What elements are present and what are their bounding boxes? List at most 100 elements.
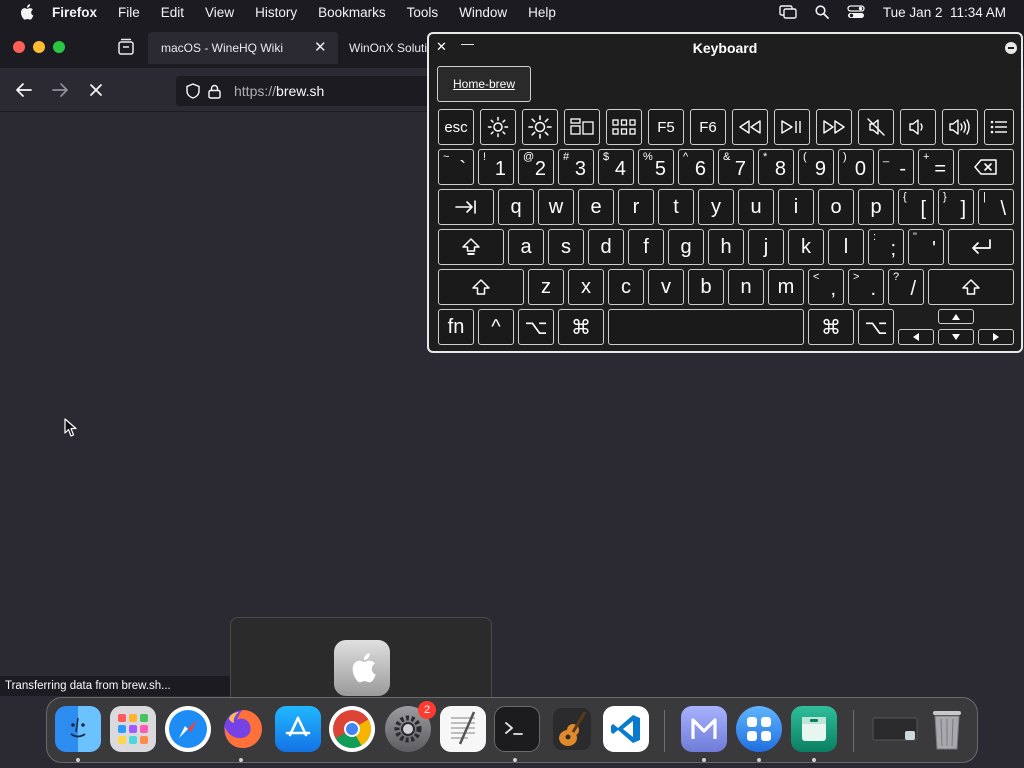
- control-center-icon[interactable]: [847, 5, 865, 19]
- tab-winehq-wiki[interactable]: macOS - WineHQ Wiki: [148, 32, 338, 64]
- key-r[interactable]: r: [618, 189, 654, 225]
- key-w[interactable]: w: [538, 189, 574, 225]
- key-u[interactable]: u: [738, 189, 774, 225]
- firefox-view-icon[interactable]: [116, 38, 136, 56]
- key-left-option[interactable]: ⌥: [518, 309, 554, 345]
- key-semicolon[interactable]: :;: [868, 229, 904, 265]
- key-c[interactable]: c: [608, 269, 644, 305]
- forward-arrow-icon[interactable]: [50, 80, 70, 100]
- key-f[interactable]: f: [628, 229, 664, 265]
- key-7[interactable]: & 7: [718, 149, 754, 185]
- left-shift-icon[interactable]: [438, 269, 524, 305]
- keyboard-options-icon[interactable]: [1005, 42, 1017, 54]
- key-comma[interactable]: <,: [808, 269, 844, 305]
- key-k[interactable]: k: [788, 229, 824, 265]
- tab-winonx[interactable]: WinOnX Soluti: [349, 32, 429, 64]
- play-pause-icon[interactable]: [774, 109, 810, 145]
- textedit-icon[interactable]: [440, 706, 486, 752]
- key-esc[interactable]: esc: [438, 109, 474, 145]
- key-x[interactable]: x: [568, 269, 604, 305]
- key-left-bracket[interactable]: {[: [898, 189, 934, 225]
- menu-file[interactable]: File: [118, 5, 140, 20]
- key-fn[interactable]: fn: [438, 309, 474, 345]
- key-minus[interactable]: _ -: [878, 149, 914, 185]
- key-g[interactable]: g: [668, 229, 704, 265]
- window-close-button[interactable]: [13, 41, 25, 53]
- key-1[interactable]: ! 1: [478, 149, 514, 185]
- trash-icon[interactable]: [924, 706, 970, 752]
- chrome-icon[interactable]: [329, 706, 375, 752]
- mission-control-icon[interactable]: [564, 109, 600, 145]
- tab-close-icon[interactable]: ✕: [314, 38, 327, 56]
- key-equals[interactable]: + =: [918, 149, 954, 185]
- key-o[interactable]: o: [818, 189, 854, 225]
- arrow-right-icon[interactable]: [978, 329, 1014, 345]
- volume-up-icon[interactable]: [942, 109, 978, 145]
- key-s[interactable]: s: [548, 229, 584, 265]
- key-6[interactable]: ^ 6: [678, 149, 714, 185]
- window-minimize-button[interactable]: [33, 41, 45, 53]
- key-quote[interactable]: " ': [908, 229, 944, 265]
- delete-backspace-icon[interactable]: [958, 149, 1014, 185]
- key-right-command[interactable]: ⌘: [808, 309, 854, 345]
- garageband-icon[interactable]: [549, 706, 595, 752]
- volume-down-icon[interactable]: [900, 109, 936, 145]
- panel-options-list-icon[interactable]: [984, 109, 1014, 145]
- key-b[interactable]: b: [688, 269, 724, 305]
- right-shift-icon[interactable]: [928, 269, 1014, 305]
- key-y[interactable]: y: [698, 189, 734, 225]
- lock-icon[interactable]: [206, 83, 222, 99]
- key-h[interactable]: h: [708, 229, 744, 265]
- key-backtick[interactable]: ~ `: [438, 149, 474, 185]
- downloads-stack-icon[interactable]: [869, 706, 921, 752]
- return-key-icon[interactable]: [948, 229, 1014, 265]
- finder-icon[interactable]: [55, 706, 101, 752]
- key-v[interactable]: v: [648, 269, 684, 305]
- key-t[interactable]: t: [658, 189, 694, 225]
- arrow-down-icon[interactable]: [938, 329, 974, 345]
- menu-view[interactable]: View: [205, 5, 234, 20]
- key-l[interactable]: l: [828, 229, 864, 265]
- key-j[interactable]: j: [748, 229, 784, 265]
- arrow-left-icon[interactable]: [898, 329, 934, 345]
- apple-menu-icon[interactable]: [18, 3, 38, 21]
- key-a[interactable]: a: [508, 229, 544, 265]
- key-8[interactable]: * 8: [758, 149, 794, 185]
- safari-icon[interactable]: [165, 706, 211, 752]
- key-d[interactable]: d: [588, 229, 624, 265]
- menu-help[interactable]: Help: [528, 5, 556, 20]
- key-n[interactable]: n: [728, 269, 764, 305]
- menu-window[interactable]: Window: [459, 5, 507, 20]
- key-3[interactable]: #3: [558, 149, 594, 185]
- app-preview-thumbnail[interactable]: [230, 617, 492, 707]
- key-period[interactable]: >.: [848, 269, 884, 305]
- key-f5[interactable]: F5: [648, 109, 684, 145]
- window-maximize-button[interactable]: [53, 41, 65, 53]
- key-f6[interactable]: F6: [690, 109, 726, 145]
- menubar-clock[interactable]: Tue Jan 2 11:34 AM: [883, 5, 1006, 20]
- key-right-option[interactable]: ⌥: [858, 309, 894, 345]
- key-control[interactable]: ^: [478, 309, 514, 345]
- key-p[interactable]: p: [858, 189, 894, 225]
- key-0[interactable]: ) 0: [838, 149, 874, 185]
- archive-utility-icon[interactable]: [791, 706, 837, 752]
- key-z[interactable]: z: [528, 269, 564, 305]
- key-right-bracket[interactable]: }]: [938, 189, 974, 225]
- tracking-protection-shield-icon[interactable]: [185, 83, 201, 99]
- menu-edit[interactable]: Edit: [161, 5, 184, 20]
- screen-mirroring-icon[interactable]: [779, 5, 797, 19]
- key-5[interactable]: % 5: [638, 149, 674, 185]
- rewind-icon[interactable]: [732, 109, 768, 145]
- caps-lock-icon[interactable]: [438, 229, 504, 265]
- stop-loading-icon[interactable]: [86, 80, 106, 100]
- brightness-up-icon[interactable]: [522, 109, 558, 145]
- mute-icon[interactable]: [858, 109, 894, 145]
- typing-suggestion[interactable]: Home-brew: [437, 66, 531, 102]
- tab-key-icon[interactable]: [438, 189, 494, 225]
- system-settings-icon[interactable]: 2: [385, 701, 436, 752]
- key-left-command[interactable]: ⌘: [558, 309, 604, 345]
- key-backslash[interactable]: | \: [978, 189, 1014, 225]
- key-slash[interactable]: ? /: [888, 269, 924, 305]
- address-bar[interactable]: https://brew.sh: [176, 76, 436, 106]
- key-e[interactable]: e: [578, 189, 614, 225]
